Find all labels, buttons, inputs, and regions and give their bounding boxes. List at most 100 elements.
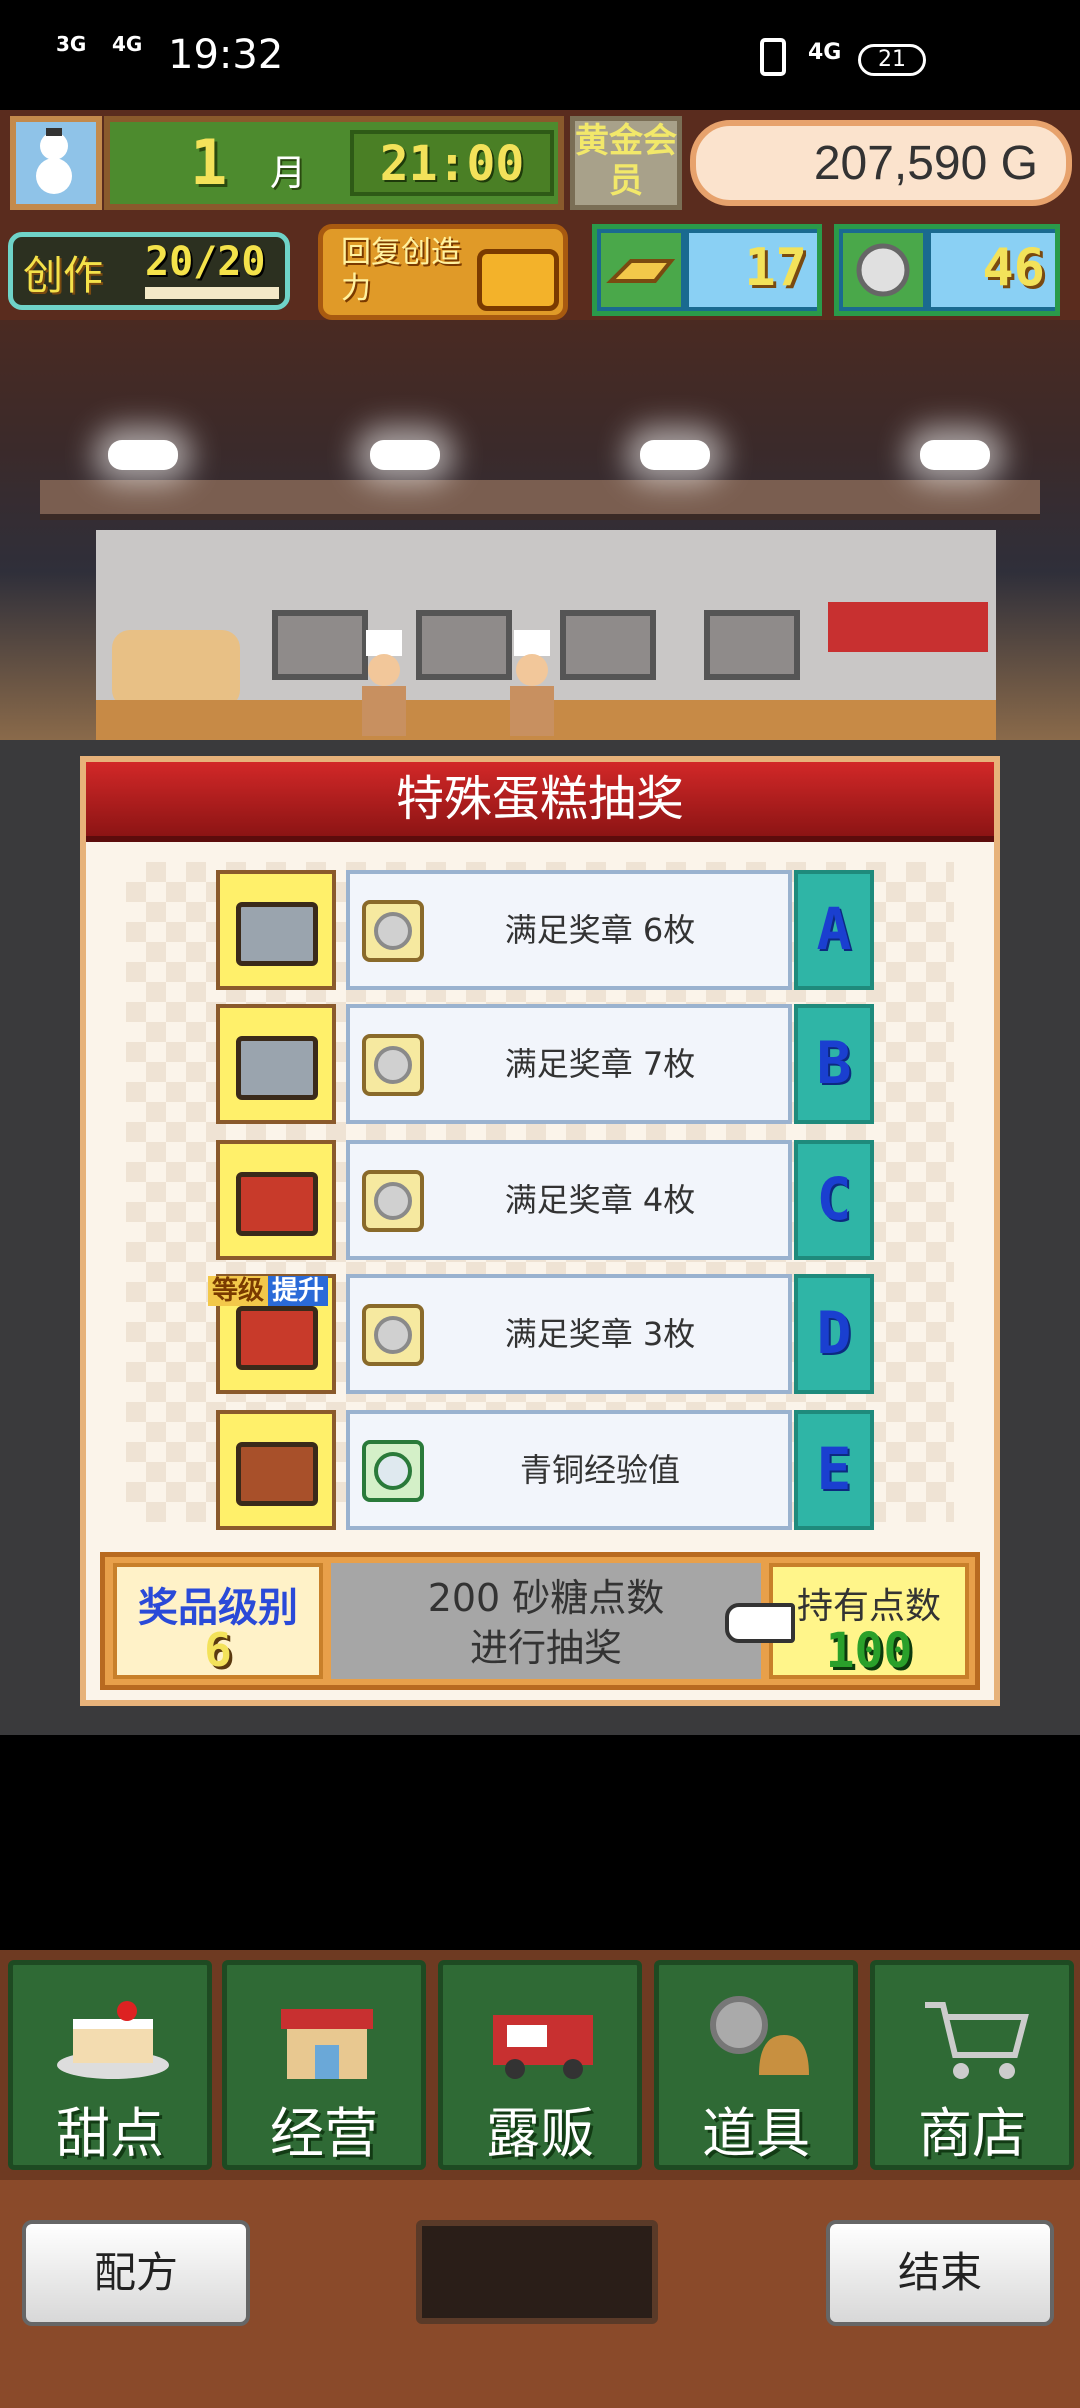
lamp-icon [370, 440, 440, 470]
clock-time: 19:32 [168, 32, 284, 78]
month-label: 月 [270, 153, 307, 194]
nav-store[interactable]: 商店 [870, 1960, 1074, 2170]
draw-line1: 200 砂糖点数 [427, 1576, 665, 1620]
prize-text: 满足奖章 6枚 [504, 911, 696, 949]
create-label: 创作 [23, 253, 103, 299]
held-points-label: 持有点数 [796, 1586, 941, 1627]
medal-icon [362, 1170, 424, 1232]
chest-slot [216, 1004, 336, 1124]
grade-badge: D [794, 1274, 874, 1394]
treasure-chest-icon [236, 1442, 318, 1506]
panel-title: 特殊蛋糕抽奖 [86, 762, 994, 842]
nav-label: 道具 [702, 2102, 810, 2165]
vibrate-icon [760, 38, 786, 76]
snowman-icon [36, 128, 72, 194]
draw-button-label: 200 砂糖点数 进行抽奖 [331, 1573, 761, 1673]
pointing-hand-icon [725, 1603, 795, 1643]
shop-awning [40, 480, 1040, 520]
prize-row-c[interactable]: 满足奖章 4枚 C [216, 1140, 874, 1260]
create-counter: 创作 20/20 [8, 232, 290, 310]
nav-dessert[interactable]: 甜点 [8, 1960, 212, 2170]
chest-slot [216, 1410, 336, 1530]
prize-level-box: 奖品级别 6 [113, 1563, 323, 1679]
prize-info: 满足奖章 7枚 [346, 1004, 792, 1124]
red-awning [828, 602, 988, 652]
bread-display [112, 630, 240, 708]
chest-slot [216, 870, 336, 990]
special-cake-lottery-panel: 特殊蛋糕抽奖 满足奖章 6枚 A 满足奖章 7枚 B 满足奖章 4枚 C 等级提… [80, 756, 1000, 1706]
prize-info: 满足奖章 4枚 [346, 1140, 792, 1260]
create-progress-bar [145, 287, 279, 299]
nav-label: 露贩 [486, 2102, 594, 2165]
medal-resource: 46 [834, 224, 1060, 316]
center-slot [416, 2220, 658, 2324]
restore-creativity-button[interactable]: 回复创造力 [318, 224, 568, 320]
game-clock: 21:00 [350, 130, 554, 196]
network-label: 4G [808, 40, 842, 65]
held-points-box: 持有点数 100 [769, 1563, 969, 1679]
restore-label: 回复创造力 [341, 235, 461, 306]
oven [560, 610, 656, 680]
signal-4g: 4G [112, 32, 143, 56]
medal-count: 46 [931, 233, 1055, 307]
prize-text: 满足奖章 3枚 [504, 1315, 696, 1353]
chest-slot [216, 1140, 336, 1260]
treasure-chest-icon [236, 1172, 318, 1236]
bakery-scene [0, 320, 1080, 740]
date-bar: 1 月 21:00 [104, 116, 564, 210]
gold-bar-count: 17 [689, 233, 817, 307]
cake-icon [57, 2001, 169, 2079]
tv-icon [477, 249, 559, 311]
gold-bar-icon [601, 233, 681, 307]
prize-text: 满足奖章 4枚 [504, 1181, 696, 1219]
medal-icon [362, 1304, 424, 1366]
draw-button[interactable]: 200 砂糖点数 进行抽奖 [331, 1563, 761, 1679]
medal-icon [843, 233, 923, 307]
prize-info: 满足奖章 6枚 [346, 870, 792, 990]
recipe-button[interactable]: 配方 [22, 2220, 250, 2326]
prize-info: 青铜经验值 [346, 1410, 792, 1530]
battery-icon: 21 [858, 44, 926, 76]
oven [704, 610, 800, 680]
lottery-action-bar: 奖品级别 6 200 砂糖点数 进行抽奖 持有点数 100 [100, 1552, 980, 1690]
create-count: 20/20 [145, 239, 266, 285]
prize-text: 青铜经验值 [519, 1451, 680, 1489]
status-bar: 3G 4G 19:32 4G 21 [0, 0, 1080, 110]
prize-row-e[interactable]: 青铜经验值 E [216, 1410, 874, 1530]
oven [416, 610, 512, 680]
grade-badge: C [794, 1140, 874, 1260]
shop-icon [281, 2009, 373, 2079]
grade-badge: A [794, 870, 874, 990]
draw-line2: 进行抽奖 [469, 1626, 622, 1670]
end-button[interactable]: 结束 [826, 2220, 1054, 2326]
treasure-chest-icon [236, 1306, 318, 1370]
lamp-icon [640, 440, 710, 470]
nav-business[interactable]: 经营 [222, 1960, 426, 2170]
gear-medal-icon [362, 1440, 424, 1502]
empty-area [0, 1735, 1080, 1950]
gold-bar-resource: 17 [592, 224, 822, 316]
medal-icon [362, 900, 424, 962]
held-points-value: 100 [825, 1623, 913, 1679]
gold-member-badge: 黄金会员 [570, 116, 682, 210]
month-number: 1 [190, 126, 228, 199]
nav-items[interactable]: 道具 [654, 1960, 858, 2170]
prize-row-a[interactable]: 满足奖章 6枚 A [216, 870, 874, 990]
prize-level-value: 6 [204, 1623, 232, 1677]
signal-3g: 3G [56, 32, 87, 56]
prize-info: 满足奖章 3枚 [346, 1274, 792, 1394]
prize-row-b[interactable]: 满足奖章 7枚 B [216, 1004, 874, 1124]
avatar[interactable] [10, 116, 102, 210]
medal-icon [362, 1034, 424, 1096]
nav-label: 商店 [918, 2102, 1026, 2165]
grade-badge: E [794, 1410, 874, 1530]
prize-row-d[interactable]: 等级 提升 满足奖章 3枚 D [208, 1274, 874, 1394]
money-display: 207,590 G [690, 120, 1072, 206]
cart-icon [925, 2002, 1029, 2079]
items-icon [710, 1996, 809, 2075]
lamp-icon [920, 440, 990, 470]
treasure-chest-icon [236, 902, 318, 966]
nav-label: 经营 [270, 2102, 378, 2165]
food-truck-icon [493, 2015, 593, 2079]
nav-stall[interactable]: 露贩 [438, 1960, 642, 2170]
